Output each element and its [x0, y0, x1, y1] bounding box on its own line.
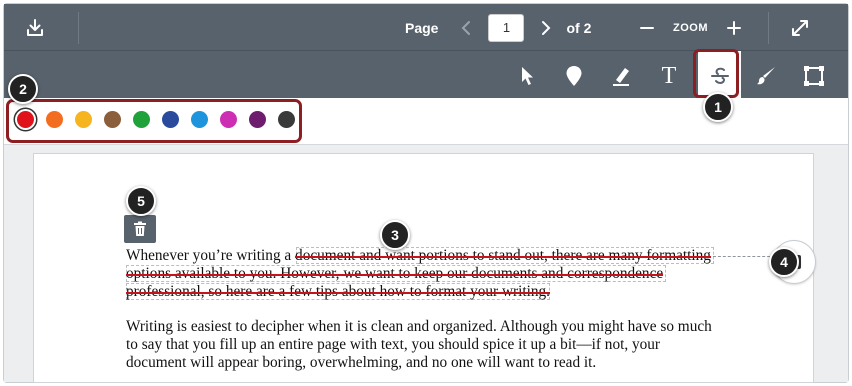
page-navigator: Page 1 of 2	[405, 4, 591, 51]
struck-text[interactable]: professional, so here are a few tips abo…	[126, 283, 550, 300]
callout-badge: 1	[703, 92, 733, 122]
draw-tool-button[interactable]	[748, 51, 784, 101]
fullscreen-button[interactable]	[789, 17, 811, 39]
delete-annotation-button[interactable]	[124, 215, 156, 243]
page-label: Page	[405, 19, 439, 36]
highlight-tool-button[interactable]	[603, 51, 639, 101]
toolbar-divider	[768, 12, 769, 44]
color-swatch-brown[interactable]	[104, 111, 121, 128]
callout-badge: 2	[8, 74, 38, 104]
download-button[interactable]	[22, 15, 48, 41]
text-T-icon: T	[661, 62, 677, 89]
plain-text: Whenever you’re writing a	[126, 247, 296, 264]
comment-connector	[713, 256, 775, 257]
expand-icon	[792, 20, 808, 36]
cursor-icon	[522, 67, 533, 85]
top-toolbar: Page 1 of 2 ZOOM	[4, 4, 848, 51]
point-tool-button[interactable]	[556, 51, 592, 101]
plus-icon	[727, 20, 741, 35]
color-swatch-purple[interactable]	[249, 111, 266, 128]
zoom-label: ZOOM	[673, 21, 708, 34]
struck-text[interactable]: document and want portions to stand out,…	[295, 247, 711, 264]
struck-text[interactable]: options available to you. However, we wa…	[126, 265, 663, 282]
callout-badge: 5	[126, 186, 156, 216]
callout-badge: 4	[769, 247, 799, 277]
chevron-right-icon	[542, 20, 551, 35]
brush-icon	[757, 67, 775, 85]
color-swatch-charcoal[interactable]	[278, 111, 295, 128]
area-tool-button[interactable]	[796, 51, 832, 101]
color-swatch-orange[interactable]	[46, 111, 63, 128]
paragraph-line: Whenever you’re writing a document and w…	[126, 247, 711, 265]
zoom-out-button[interactable]	[637, 16, 657, 40]
text-tool-button[interactable]: T	[651, 51, 687, 101]
color-swatch-navy[interactable]	[162, 111, 179, 128]
minus-icon	[640, 26, 654, 29]
color-swatch-magenta[interactable]	[220, 111, 237, 128]
trash-icon	[134, 221, 146, 236]
strikeout-tool-highlight	[693, 49, 739, 98]
color-swatch-blue[interactable]	[191, 111, 208, 128]
download-icon	[27, 19, 43, 36]
color-swatch-red[interactable]	[17, 111, 34, 128]
paragraph-line: Writing is easiest to decipher when it i…	[126, 318, 712, 335]
select-tool-button[interactable]	[509, 51, 545, 101]
area-select-icon	[804, 66, 824, 86]
next-page-button[interactable]	[536, 16, 556, 40]
previous-page-button[interactable]	[456, 16, 476, 40]
toolbar-divider	[78, 12, 79, 44]
paragraph-1: Whenever you’re writing a document and w…	[126, 247, 711, 301]
highlighter-icon	[613, 68, 629, 86]
page-number-input[interactable]: 1	[488, 13, 525, 42]
paragraph-line: document will appear boring, overwhelmin…	[126, 354, 597, 371]
paragraph-2: Writing is easiest to decipher when it i…	[126, 318, 712, 372]
color-swatch-yellow[interactable]	[75, 111, 92, 128]
map-pin-icon	[566, 66, 582, 86]
chevron-left-icon	[462, 20, 471, 35]
color-swatch-green[interactable]	[133, 111, 150, 128]
zoom-in-button[interactable]	[724, 16, 744, 40]
callout-badge: 3	[380, 220, 410, 250]
paragraph-line: options available to you. However, we wa…	[126, 265, 711, 283]
paragraph-line: professional, so here are a few tips abo…	[126, 283, 711, 301]
paragraph-line: to say that you fill up an entire page w…	[126, 336, 661, 353]
page-count: of 2	[566, 19, 592, 36]
zoom-controls: ZOOM	[637, 4, 744, 51]
